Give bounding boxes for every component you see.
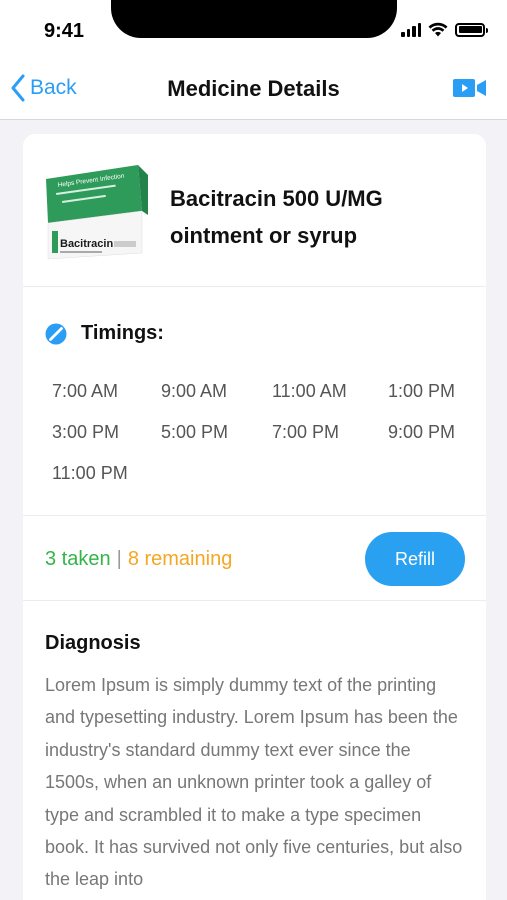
timing-item: 11:00 PM	[52, 463, 128, 483]
diagnosis-title: Diagnosis	[45, 632, 141, 654]
pill-icon	[45, 323, 67, 344]
timing-item: 3:00 PM	[52, 422, 120, 442]
timing-item: 11:00 AM	[272, 381, 347, 401]
medicine-box-image: Helps Prevent Infection Bacitracin	[44, 163, 148, 260]
back-chevron-icon	[11, 74, 25, 102]
back-label: Back	[30, 76, 77, 99]
timing-grid: 7:00 AM 9:00 AM 11:00 AM 1:00 PM 3:00 PM…	[52, 380, 488, 484]
medicine-header: Helps Prevent Infection Bacitracin Bacit…	[23, 134, 486, 287]
refill-button[interactable]: Refill	[365, 532, 465, 586]
wifi-icon	[428, 22, 448, 37]
battery-icon	[455, 22, 488, 37]
progress-separator: |	[116, 548, 122, 570]
medicine-card: Helps Prevent Infection Bacitracin Bacit…	[23, 134, 486, 900]
taken-count: 3 taken	[45, 548, 111, 570]
video-camera-icon[interactable]	[453, 77, 487, 99]
timing-item: 7:00 PM	[272, 422, 340, 442]
nav-bar: Back Medicine Details	[0, 60, 507, 120]
medicine-name: Bacitracin 500 U/MG ointment or syrup	[170, 186, 383, 248]
timings-section: Timings: 7:00 AM 9:00 AM 11:00 AM 1:00 P…	[23, 287, 486, 516]
dose-progress: 3 taken | 8 remaining	[45, 548, 232, 571]
diagnosis-section: Diagnosis Lorem Ipsum is simply dummy te…	[23, 601, 486, 896]
back-button[interactable]: Back	[10, 74, 77, 102]
status-bar: 9:41	[0, 0, 507, 60]
signal-icon	[401, 22, 421, 37]
remaining-count: 8 remaining	[127, 548, 233, 570]
status-icons	[401, 22, 488, 37]
dose-progress-row: 3 taken | 8 remaining Refill	[23, 516, 486, 601]
timing-item: 9:00 AM	[161, 381, 228, 401]
timing-item: 9:00 PM	[388, 422, 456, 442]
timing-item: 7:00 AM	[52, 381, 119, 401]
timing-item: 1:00 PM	[388, 381, 456, 401]
status-time: 9:41	[44, 20, 85, 42]
timing-item: 5:00 PM	[161, 422, 229, 442]
timings-title: Timings:	[81, 322, 164, 344]
diagnosis-text: Lorem Ipsum is simply dummy text of the …	[45, 675, 463, 890]
box-brand: Bacitracin	[60, 238, 113, 250]
timings-header: Timings:	[45, 322, 164, 345]
device-notch	[111, 0, 397, 38]
